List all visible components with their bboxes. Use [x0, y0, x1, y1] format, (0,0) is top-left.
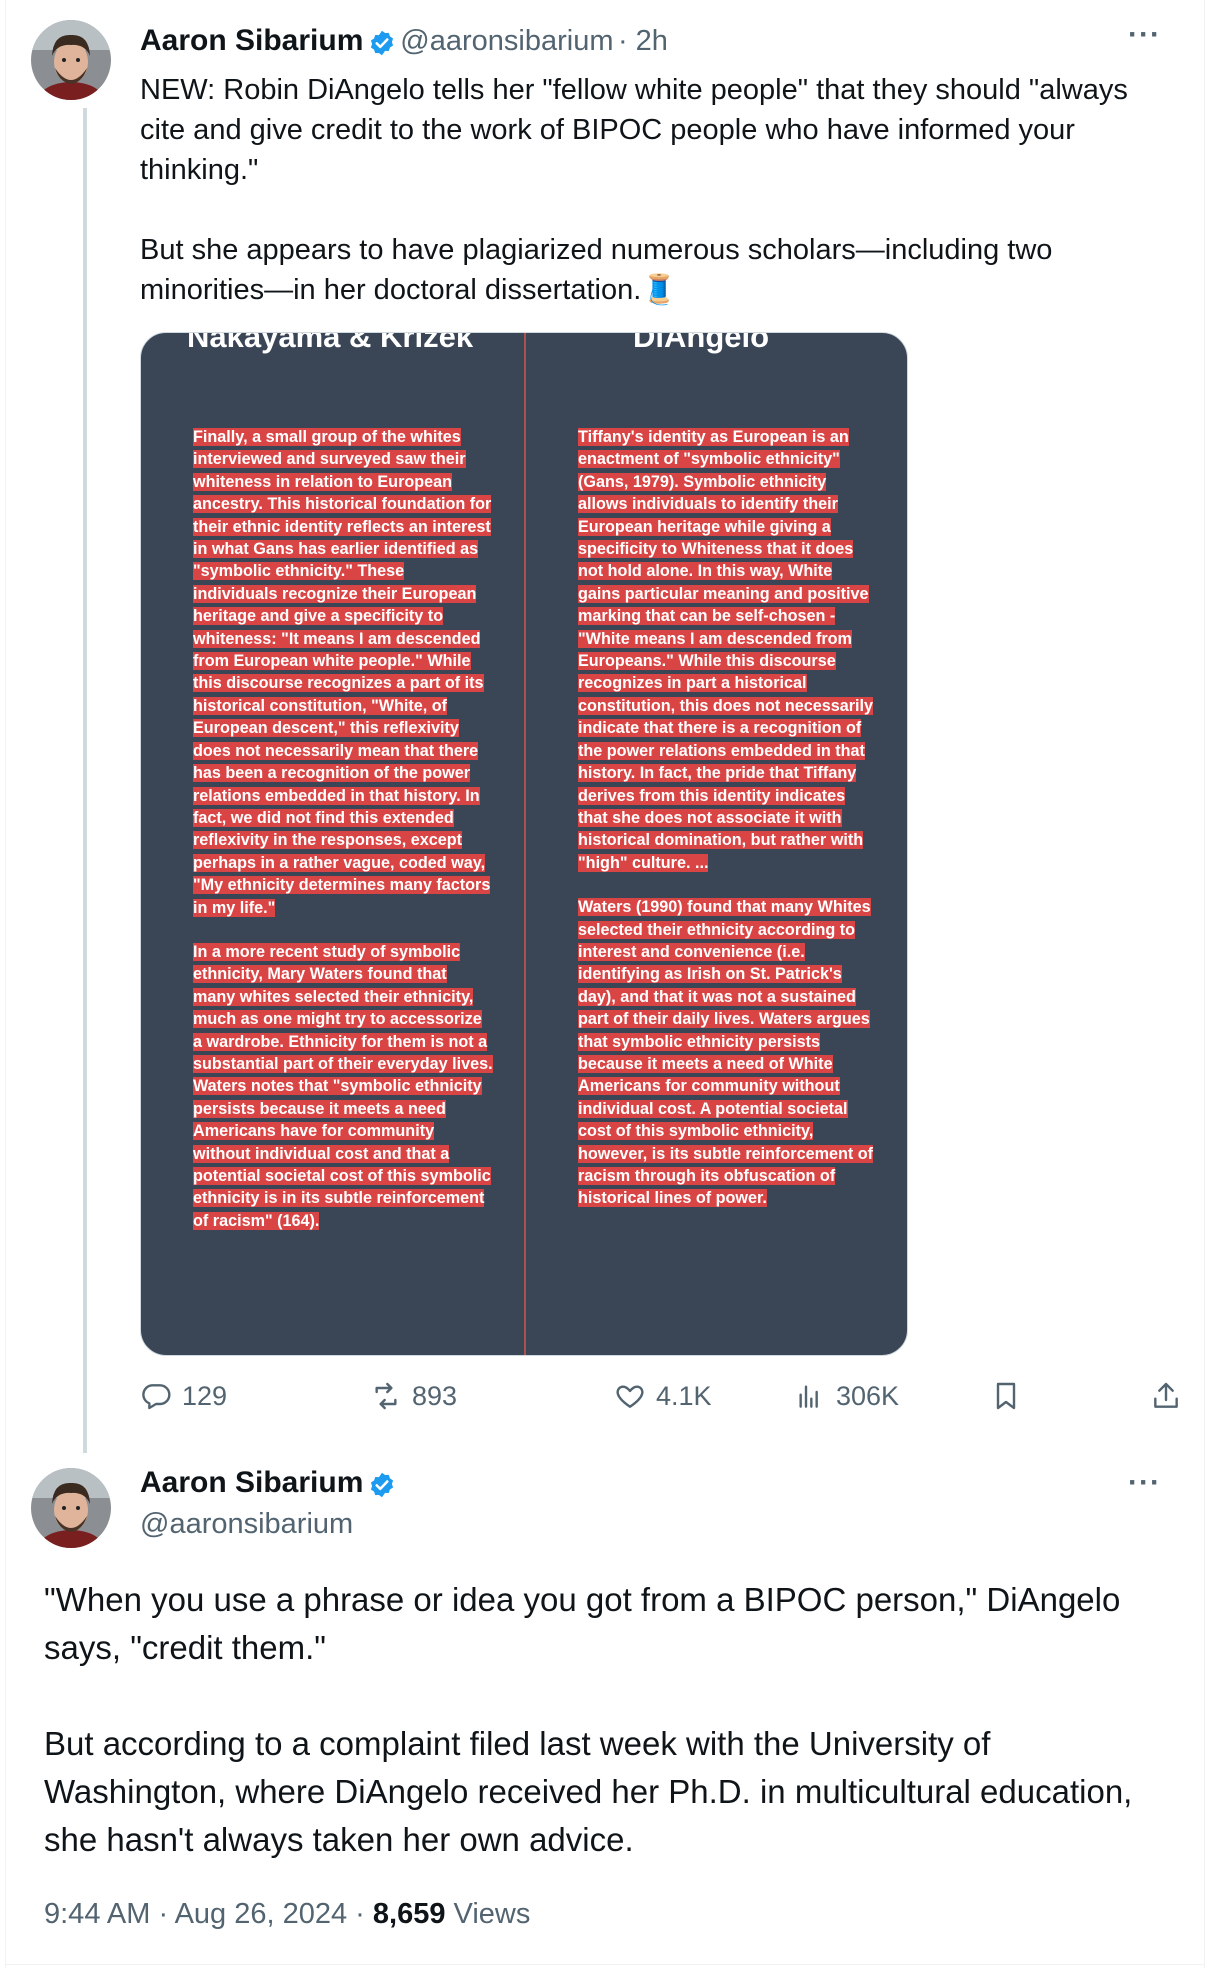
image-right-paragraph: Tiffany's identity as European is an ena… — [578, 426, 878, 874]
verified-badge-icon — [368, 29, 396, 62]
tweet-paragraph: "When you use a phrase or idea you got f… — [44, 1581, 1121, 1666]
image-right-paragraph: Waters (1990) found that many Whites sel… — [578, 896, 878, 1210]
heart-icon — [616, 1385, 644, 1408]
views-label: Views — [445, 1898, 531, 1930]
reply-count: 129 — [182, 1380, 228, 1411]
highlighted-text: In a more recent study of symbolic ethni… — [193, 942, 493, 1230]
repost-button[interactable]: 893 — [370, 1380, 457, 1412]
tweet-paragraph: But according to a complaint filed last … — [44, 1725, 1133, 1858]
highlighted-text: Tiffany's identity as European is an ena… — [578, 428, 874, 872]
author-name[interactable]: Aaron Sibarium — [140, 24, 363, 57]
tweet-text: "When you use a phrase or idea you got f… — [44, 1576, 1174, 1864]
tweet-text: NEW: Robin DiAngelo tells her "fellow wh… — [140, 70, 1180, 310]
tweet-meta: 9:44 AM · Aug 26, 2024 · 8,659 Views — [44, 1898, 530, 1931]
author-avatar[interactable] — [31, 1468, 111, 1548]
more-options-icon[interactable]: ··· — [1128, 18, 1161, 52]
author-name[interactable]: Aaron Sibarium — [140, 1466, 363, 1499]
tweet-paragraph: NEW: Robin DiAngelo tells her "fellow wh… — [140, 74, 1128, 186]
reply-button[interactable]: 129 — [140, 1380, 227, 1412]
view-count: 306K — [836, 1380, 900, 1411]
image-left-heading: Nakayama & Krizek — [187, 332, 474, 354]
image-left-paragraph: Finally, a small group of the whites int… — [193, 426, 493, 919]
image-column-divider — [524, 333, 526, 1355]
author-handle[interactable]: @aaronsibarium — [140, 1508, 353, 1540]
tweet-actions: 129 893 4.1K 306K — [140, 1380, 1180, 1420]
tweet-thread: Aaron Sibarium @aaronsibarium · 2h ··· N… — [5, 0, 1205, 1968]
like-button[interactable]: 4.1K — [614, 1380, 712, 1412]
divider — [6, 1964, 1204, 1965]
share-button[interactable] — [1150, 1380, 1192, 1412]
image-right-column: Tiffany's identity as European is an ena… — [578, 426, 878, 1232]
analytics-icon — [799, 1385, 818, 1408]
bookmark-button[interactable] — [990, 1380, 1032, 1412]
thread-emoji-icon: 🧵 — [641, 274, 678, 306]
views-button[interactable]: 306K — [794, 1380, 899, 1412]
image-right-heading: DiAngelo — [633, 332, 770, 354]
author-avatar[interactable] — [31, 20, 111, 100]
verified-badge-icon — [368, 1471, 396, 1504]
tweet-header: Aaron Sibarium @aaronsibarium · 2h — [140, 24, 668, 62]
tweet-timestamp[interactable]: 9:44 AM · Aug 26, 2024 · — [44, 1898, 373, 1930]
author-handle[interactable]: @aaronsibarium — [400, 25, 613, 57]
more-options-icon[interactable]: ··· — [1128, 1466, 1161, 1500]
tweet-header: Aaron Sibarium @aaronsibarium — [140, 1466, 396, 1541]
views-count: 8,659 — [372, 1898, 446, 1930]
image-left-paragraph: In a more recent study of symbolic ethni… — [193, 941, 493, 1232]
tweet-paragraph: But she appears to have plagiarized nume… — [140, 234, 1053, 306]
highlighted-text: Finally, a small group of the whites int… — [193, 428, 492, 917]
repost-count: 893 — [412, 1380, 458, 1411]
reply-icon — [142, 1384, 171, 1410]
share-icon — [1154, 1382, 1178, 1408]
repost-icon — [375, 1382, 397, 1410]
tweet-image[interactable]: Nakayama & Krizek DiAngelo Finally, a sm… — [140, 332, 908, 1356]
tweet-age[interactable]: · 2h — [618, 25, 668, 57]
like-count: 4.1K — [656, 1380, 712, 1411]
thread-connector-line — [83, 108, 87, 1453]
image-left-column: Finally, a small group of the whites int… — [193, 426, 493, 1254]
highlighted-text: Waters (1990) found that many Whites sel… — [578, 898, 874, 1208]
bookmark-icon — [996, 1382, 1016, 1410]
